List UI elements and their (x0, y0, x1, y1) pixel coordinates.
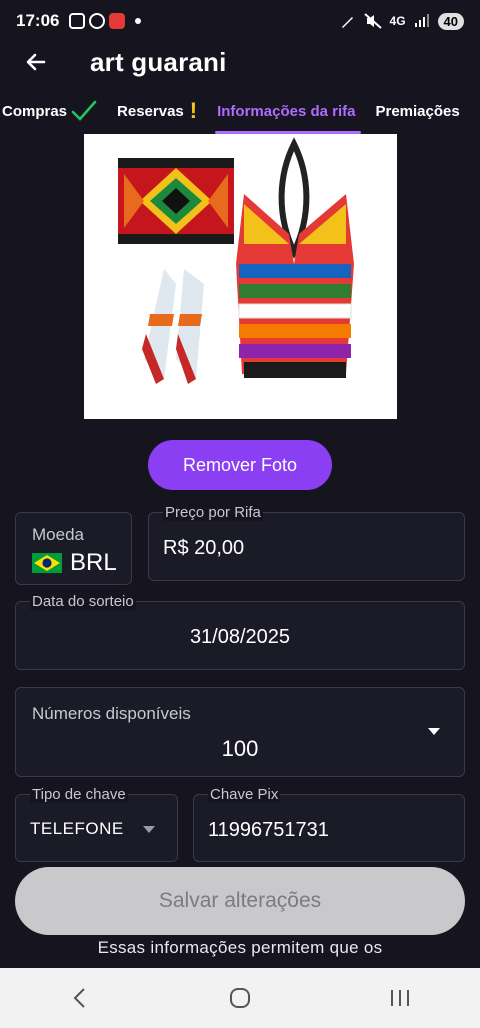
tab-reservas[interactable]: Reservas ! (107, 88, 207, 134)
remove-photo-button[interactable]: Remover Foto (148, 440, 332, 490)
available-numbers-label: Números disponíveis (32, 704, 191, 723)
tab-label: Compras (2, 102, 68, 120)
tab-informacoes-da-rifa[interactable]: Informações da rifa (207, 88, 365, 134)
signal-icon (414, 14, 429, 27)
status-bar: 17:06 4G 40 (0, 0, 480, 42)
check-icon (71, 100, 97, 121)
currency-value: BRL (70, 549, 117, 576)
draw-date-value: 31/08/2025 (189, 626, 291, 648)
key-type-value: TELEFONE (30, 819, 124, 838)
notification-dot-icon (135, 18, 142, 24)
key-type-select[interactable]: Tipo de chave TELEFONE (15, 786, 178, 862)
bracelet-image (118, 158, 234, 244)
exclamation-icon: ! (189, 98, 198, 123)
pix-key-label: Chave Pix (208, 786, 281, 803)
network-type: 4G (389, 14, 406, 28)
page-title: art guarani (90, 46, 227, 77)
brazil-flag-icon (32, 553, 62, 573)
status-time: 17:06 (16, 11, 60, 30)
save-changes-button[interactable]: Salvar alterações (15, 867, 465, 935)
pix-key-field[interactable]: Chave Pix 11996751731 (193, 786, 465, 862)
price-label: Preço por Rifa (163, 504, 263, 521)
nav-home-button[interactable] (210, 978, 270, 1018)
dropdown-caret-icon (428, 728, 440, 735)
nav-recents-button[interactable] (370, 978, 430, 1018)
tab-premiacoes[interactable]: Premiações (365, 88, 469, 134)
earrings-image (142, 269, 204, 384)
currency-selector[interactable]: Moeda BRL (15, 512, 132, 585)
key-type-label: Tipo de chave (30, 786, 128, 803)
beadwork-illustration (118, 137, 354, 384)
available-numbers-value: 100 (221, 736, 259, 761)
price-value: R$ 20,00 (163, 537, 245, 559)
price-field[interactable]: Preço por Rifa R$ 20,00 (148, 504, 465, 581)
arrow-left-icon (26, 53, 46, 71)
tab-bar: Compras Reservas ! Informações da rifa P… (0, 88, 480, 134)
battery-indicator: 40 (437, 12, 464, 30)
screenshot-icon (69, 13, 86, 29)
app-bar: art guarani (0, 42, 480, 82)
info-text: Essas informações permitem que os (97, 938, 383, 957)
back-button[interactable] (16, 42, 56, 82)
chevron-left-icon (73, 988, 85, 1008)
nav-back-button[interactable] (50, 978, 110, 1018)
app-notification-icon (109, 13, 126, 29)
home-circle-icon (230, 988, 250, 1008)
mute-icon (363, 13, 382, 29)
available-numbers-select[interactable]: Números disponíveis 100 (15, 687, 465, 777)
dropdown-caret-icon (143, 826, 155, 833)
pix-key-value: 11996751731 (208, 819, 329, 841)
system-nav-bar (0, 968, 480, 1028)
tab-label: Premiações (375, 102, 460, 120)
draw-date-field[interactable]: Data do sorteio 31/08/2025 (15, 593, 465, 670)
pen-icon (341, 17, 353, 28)
recents-icon (391, 990, 409, 1006)
tab-label: Reservas (117, 102, 184, 120)
necklace-image (236, 137, 354, 378)
whatsapp-icon (89, 13, 106, 29)
raffle-photo (84, 134, 397, 419)
tab-compras[interactable]: Compras (0, 88, 107, 134)
tab-label: Informações da rifa (217, 102, 356, 120)
currency-label: Moeda (32, 525, 84, 544)
status-right: 4G 40 (340, 12, 464, 30)
draw-date-label: Data do sorteio (30, 593, 136, 610)
